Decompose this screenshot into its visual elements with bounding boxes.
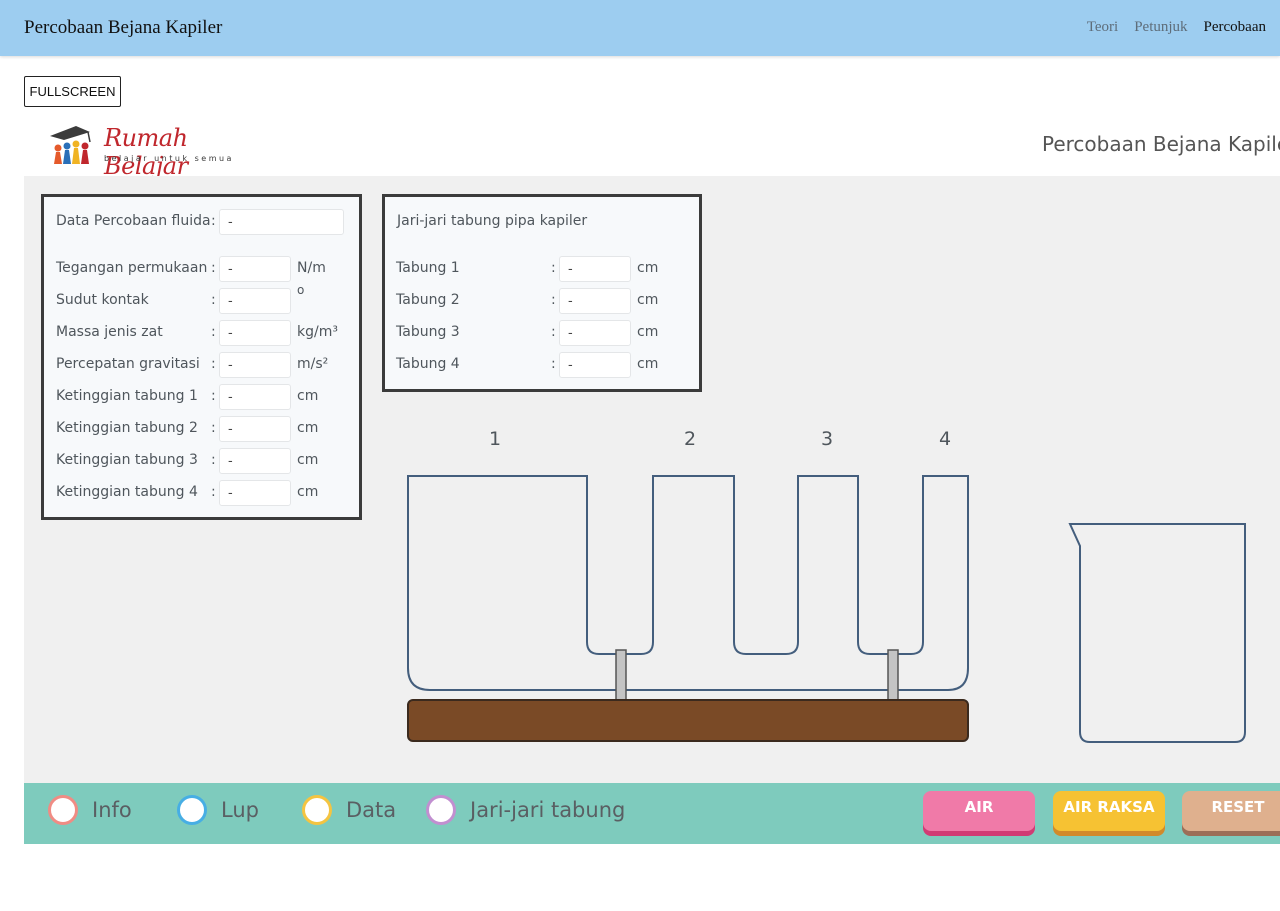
air-button[interactable]: AIR: [923, 791, 1035, 831]
info-radio-icon[interactable]: [48, 795, 78, 825]
wooden-base: [407, 699, 969, 742]
nav-link-teori[interactable]: Teori: [1087, 19, 1118, 36]
sim-header: Rumah Belajar belajar untuk semua Percob…: [24, 116, 1280, 180]
support-rod-right: [887, 649, 899, 703]
lup-option[interactable]: Lup: [177, 795, 259, 825]
jari-jari-radio-icon[interactable]: [426, 795, 456, 825]
experiment-stage: Data Percobaan fluida : - Tegangan permu…: [24, 176, 1280, 784]
logo-figures-icon: [50, 126, 91, 164]
data-radio-icon[interactable]: [302, 795, 332, 825]
info-option[interactable]: Info: [48, 795, 132, 825]
capillary-vessel-outline: [407, 475, 969, 691]
reset-button[interactable]: RESET: [1182, 791, 1280, 831]
support-rod-left: [615, 649, 627, 703]
rumah-belajar-logo: Rumah Belajar belajar untuk semua: [46, 122, 256, 180]
nav-link-percobaan[interactable]: Percobaan: [1204, 19, 1266, 36]
data-option[interactable]: Data: [302, 795, 396, 825]
nav-links: Teori Petunjuk Percobaan: [1087, 19, 1266, 36]
logo-text: Rumah Belajar: [104, 124, 188, 180]
lup-label: Lup: [221, 798, 259, 822]
fullscreen-button[interactable]: FULLSCREEN: [24, 76, 121, 107]
nav-link-petunjuk[interactable]: Petunjuk: [1134, 19, 1187, 36]
capillary-apparatus: [407, 475, 1246, 743]
top-navbar: Percobaan Bejana Kapiler Teori Petunjuk …: [0, 0, 1280, 56]
info-label: Info: [92, 798, 132, 822]
jari-jari-option[interactable]: Jari-jari tabung: [426, 795, 625, 825]
simulation-frame: Rumah Belajar belajar untuk semua Percob…: [24, 116, 1280, 844]
logo-subtitle: belajar untuk semua: [104, 154, 234, 163]
control-bar: Info Lup Data Jari-jari tabung AIR AIR R…: [24, 783, 1280, 844]
sim-title: Percobaan Bejana Kapiler: [1042, 132, 1280, 156]
data-label: Data: [346, 798, 397, 822]
jari-jari-label: Jari-jari tabung: [470, 798, 626, 822]
nav-title: Percobaan Bejana Kapiler: [24, 17, 223, 38]
lup-radio-icon[interactable]: [177, 795, 207, 825]
air-raksa-button[interactable]: AIR RAKSA: [1053, 791, 1165, 831]
beaker-outline: [1068, 523, 1246, 743]
